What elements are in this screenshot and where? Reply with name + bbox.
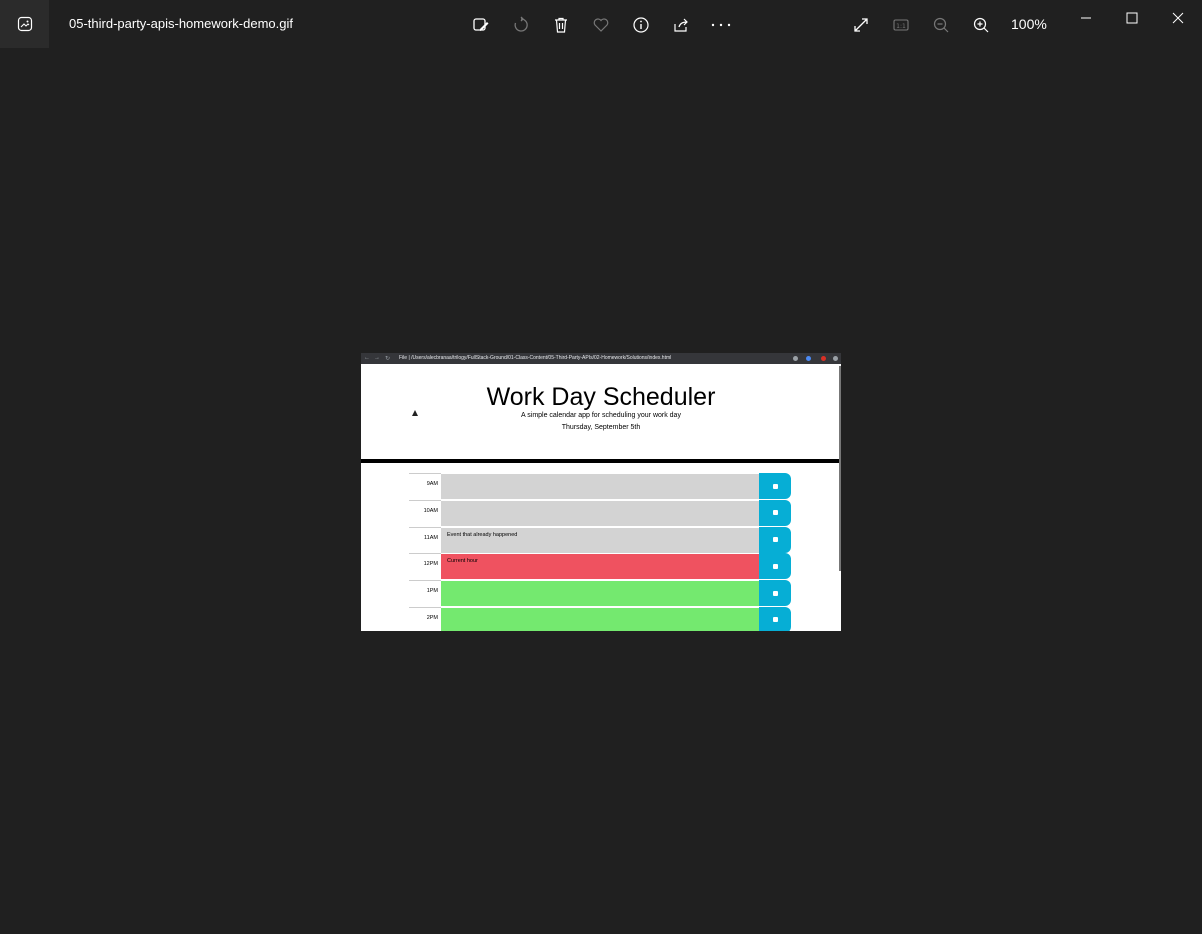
page-title: Work Day Scheduler [486, 383, 716, 411]
hour-label: 9AM [409, 473, 441, 499]
forward-icon: → [374, 355, 380, 361]
save-icon [772, 510, 778, 516]
more-icon[interactable] [710, 14, 732, 36]
svg-text:1:1: 1:1 [896, 23, 906, 30]
hour-label: 2PM [409, 606, 441, 631]
hour-label: 12PM [409, 553, 441, 579]
save-icon [772, 590, 778, 596]
save-button[interactable] [759, 553, 791, 580]
zoom-in-icon[interactable] [970, 14, 992, 36]
save-icon [772, 483, 778, 489]
info-icon[interactable] [630, 14, 652, 36]
save-button[interactable] [759, 499, 791, 526]
image-content: ← → ↻ File | /Users/alecbranaa/trilogy/F… [361, 353, 841, 631]
current-date: Thursday, September 5th [561, 424, 641, 431]
share-icon[interactable] [670, 14, 692, 36]
event-description[interactable]: Current hour [441, 553, 759, 580]
hour-label: 1PM [409, 580, 441, 606]
menu-icon [833, 356, 838, 361]
save-icon [772, 563, 778, 569]
save-button[interactable] [759, 526, 791, 553]
file-name: 05-third-party-apis-homework-demo.gif [69, 16, 293, 31]
actual-size-icon[interactable]: 1:1 [890, 14, 912, 36]
extension-icon [806, 356, 811, 361]
extension-icon [821, 356, 826, 361]
favorite-icon[interactable] [590, 14, 612, 36]
save-button[interactable] [759, 606, 791, 631]
maximize-button[interactable] [1120, 8, 1144, 28]
browser-toolbar: ← → ↻ File | /Users/alecbranaa/trilogy/F… [361, 353, 841, 364]
save-button[interactable] [759, 473, 791, 499]
title-bar: 05-third-party-apis-homework-demo.gif 1:… [0, 0, 1202, 48]
delete-icon[interactable] [550, 14, 572, 36]
close-button[interactable] [1166, 8, 1190, 28]
event-description[interactable]: Event that already happened [441, 526, 759, 553]
edit-image-icon[interactable] [470, 14, 492, 36]
zoom-level[interactable]: 100% [1011, 16, 1047, 32]
hour-label: 10AM [409, 499, 441, 526]
header-jumbotron: Work Day Scheduler A simple calendar app… [361, 364, 841, 463]
minimize-button[interactable] [1074, 8, 1098, 28]
save-icon [772, 617, 778, 623]
event-description[interactable] [441, 606, 759, 631]
page-lead: A simple calendar app for scheduling you… [521, 412, 681, 419]
star-icon [793, 356, 798, 361]
event-description[interactable] [441, 499, 759, 526]
rotate-icon[interactable] [510, 14, 532, 36]
fullscreen-icon[interactable] [850, 14, 872, 36]
browser-url: File | /Users/alecbranaa/trilogy/FullSta… [399, 355, 672, 361]
event-description[interactable] [441, 473, 759, 499]
mouse-cursor [412, 410, 418, 416]
back-icon: ← [364, 355, 370, 361]
hour-label: 11AM [409, 526, 441, 553]
save-icon [772, 537, 778, 543]
save-button[interactable] [759, 580, 791, 607]
app-icon[interactable] [0, 0, 49, 48]
event-description[interactable] [441, 580, 759, 607]
scrollbar [839, 366, 841, 571]
zoom-out-icon[interactable] [930, 14, 952, 36]
reload-icon: ↻ [385, 356, 391, 362]
